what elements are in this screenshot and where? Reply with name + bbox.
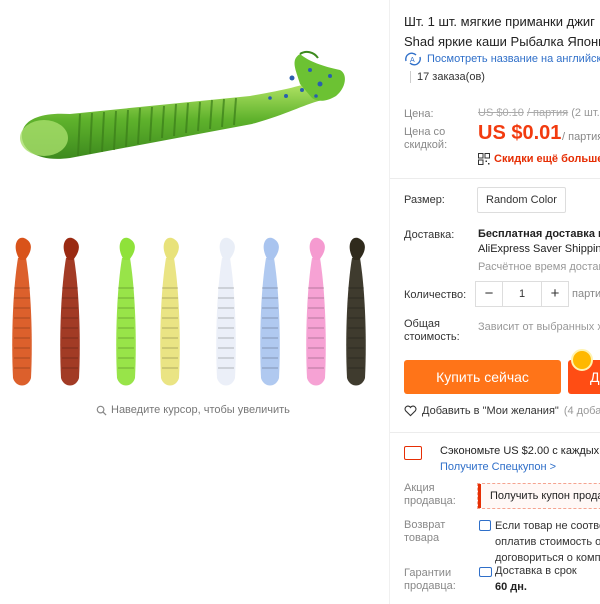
quantity-decrease-button[interactable]: −	[476, 282, 502, 306]
lure-variant	[60, 237, 80, 386]
discount-price-label: Цена со скидкой:	[404, 126, 447, 152]
wishlist-count: (4 доба	[563, 405, 600, 417]
original-price-unit: / партия	[526, 107, 569, 119]
return-policy-line3: договориться о комп	[495, 552, 600, 564]
shipping-label: Доставка:	[404, 229, 455, 241]
original-price-suffix: (2 шт.	[571, 107, 600, 119]
add-to-wishlist[interactable]: Добавить в "Мои желания" (4 доба	[404, 405, 600, 417]
orders-count: 17 заказа(ов)	[410, 71, 485, 83]
returns-label: Возврат товара	[404, 519, 445, 545]
quantity-input[interactable]: 1	[502, 282, 542, 306]
guarantee-text: Доставка в срок	[495, 565, 577, 577]
original-price: US $0.10 / партия (2 шт.	[478, 107, 600, 119]
magnifier-icon	[96, 405, 107, 416]
coupon-icon	[404, 446, 422, 460]
returns-label-line2: товара	[404, 532, 440, 544]
discount-price-unit: / партия	[562, 131, 600, 143]
heart-icon	[404, 405, 417, 417]
seller-promo-label-line2: продавца:	[404, 495, 456, 507]
get-coupon-link[interactable]: Получите Спецкупон >	[440, 461, 556, 473]
divider	[390, 432, 600, 433]
product-gallery: Наведите курсор, чтобы увеличить	[0, 0, 388, 604]
size-option-random-color[interactable]: Random Color	[477, 187, 566, 213]
lure-variant	[160, 237, 180, 386]
return-policy-line1: Если товар не соотве	[495, 520, 600, 532]
quantity-stepper: − 1 +	[475, 281, 569, 307]
main-product-image[interactable]	[0, 40, 388, 190]
translate-icon: A	[405, 52, 421, 66]
translate-link-text[interactable]: Посмотреть название на английском	[427, 53, 600, 65]
quantity-increase-button[interactable]: +	[542, 282, 568, 306]
return-policy-line2: оплатив стоимость о	[495, 536, 600, 548]
svg-text:A: A	[410, 57, 415, 64]
lure-variant	[306, 237, 326, 386]
return-policy-icon	[479, 520, 491, 531]
coin-badge-icon	[571, 349, 593, 371]
returns-label-line1: Возврат	[404, 519, 446, 531]
product-title-line2: Shad яркие каши Рыбалка Япония	[404, 34, 600, 49]
guarantee-label-line2: продавца:	[404, 580, 456, 592]
total-label-line2: стоимость:	[404, 331, 460, 343]
translate-title-link[interactable]: A Посмотреть название на английском	[404, 52, 600, 66]
total-value: Зависит от выбранных х	[478, 321, 600, 333]
more-discounts-text[interactable]: Скидки ещё больше в	[494, 153, 600, 165]
lure-variant	[346, 237, 366, 386]
wishlist-text[interactable]: Добавить в "Мои желания"	[422, 405, 559, 417]
guarantee-days: 60 дн.	[495, 581, 527, 593]
quantity-label: Количество:	[404, 289, 467, 301]
seller-promo-label: Акция продавца:	[404, 482, 456, 508]
color-variants-image[interactable]	[0, 228, 388, 408]
lure-variant	[116, 237, 136, 386]
divider	[390, 178, 600, 179]
buy-now-button[interactable]: Купить сейчас	[404, 360, 561, 394]
original-price-value: US $0.10	[478, 107, 524, 119]
qr-code-icon	[478, 153, 490, 165]
zoom-hint: Наведите курсор, чтобы увеличить	[96, 404, 290, 416]
lure-variant	[12, 237, 32, 386]
price-label: Цена:	[404, 108, 434, 120]
coupon-text: Сэкономьте US $2.00 с каждых U	[440, 445, 600, 457]
total-label: Общая стоимость:	[404, 318, 460, 344]
delivery-truck-icon	[479, 567, 492, 577]
lure-variant	[216, 237, 236, 386]
lure-variant	[260, 237, 280, 386]
discount-price-label-line1: Цена со	[404, 126, 446, 138]
discount-price-value: US $0.01	[478, 122, 562, 144]
get-seller-coupon-button[interactable]: Получить купон прода	[477, 483, 600, 509]
zoom-hint-text: Наведите курсор, чтобы увеличить	[111, 404, 290, 416]
size-label: Размер:	[404, 194, 445, 206]
more-discounts-link[interactable]: Скидки ещё больше в	[478, 153, 600, 165]
total-label-line1: Общая	[404, 318, 440, 330]
product-title: Шт. 1 шт. мягкие приманки джиг Shad ярки…	[404, 12, 600, 52]
return-policy-text: Если товар не соотве оплатив стоимость о…	[495, 518, 600, 566]
product-title-line1: Шт. 1 шт. мягкие приманки джиг	[404, 14, 595, 29]
guarantee-label: Гарантии продавца:	[404, 567, 456, 593]
shipping-time: Расчётное время доставки	[478, 261, 600, 273]
shipping-title[interactable]: Бесплатная доставка в	[478, 228, 600, 240]
quantity-unit: партия	[572, 288, 600, 300]
discount-price-label-line2: скидкой:	[404, 139, 448, 151]
seller-promo-label-line1: Акция	[404, 482, 435, 494]
guarantee-label-line1: Гарантии	[404, 567, 452, 579]
shipping-method: AliExpress Saver Shipping	[478, 243, 600, 255]
